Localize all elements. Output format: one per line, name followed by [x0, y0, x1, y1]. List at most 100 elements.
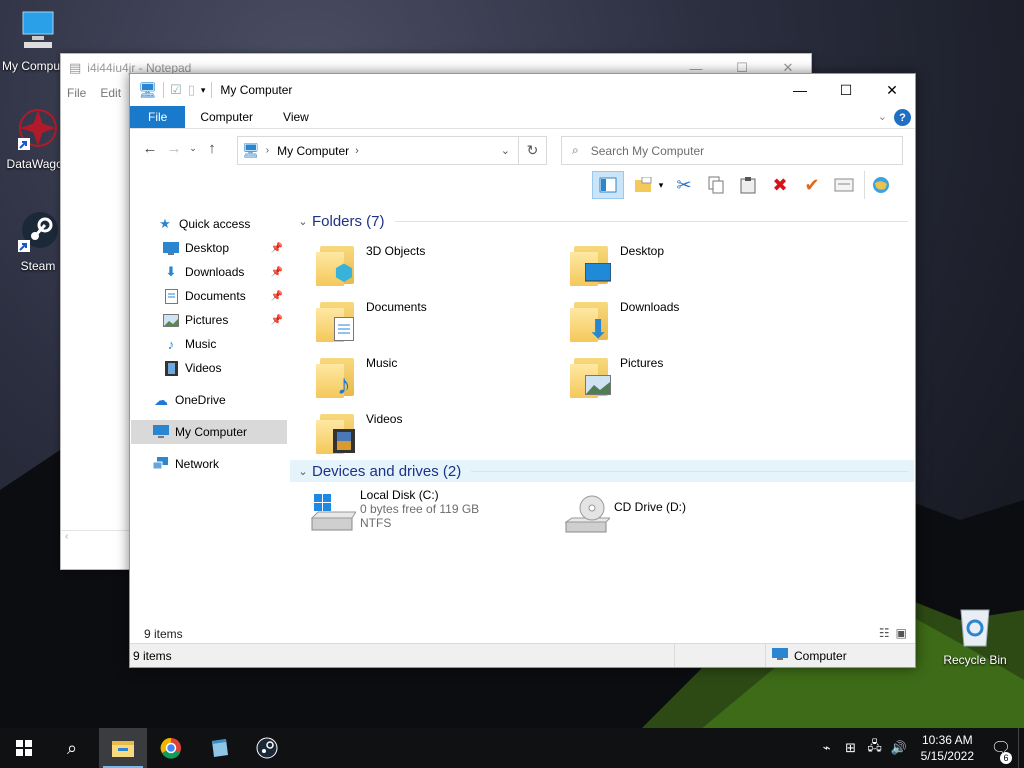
recycle-bin-icon [960, 609, 990, 647]
desktop-icon-label: Recycle Bin [943, 653, 1007, 667]
document-icon [163, 288, 179, 304]
refresh-button[interactable]: ↻ [519, 136, 547, 165]
chevron-right-icon[interactable]: › [355, 145, 359, 157]
network-disconnected-icon[interactable]: ⌁ [815, 740, 839, 756]
nav-videos[interactable]: Videos [131, 356, 287, 380]
globe-icon[interactable] [864, 171, 896, 199]
maximize-button[interactable]: ☐ [823, 74, 869, 106]
action-center-button[interactable]: 🗨 6 [984, 738, 1018, 764]
nav-music[interactable]: ♪ Music [131, 332, 287, 356]
taskbar-notepad[interactable] [195, 728, 243, 768]
explorer-window[interactable]: 🖥 ☑ ▯ ▾ My Computer — ☐ ✕ File Computer … [129, 73, 916, 668]
folder-name: Videos [366, 412, 403, 426]
menu-edit[interactable]: Edit [100, 86, 121, 100]
tab-file[interactable]: File [130, 106, 186, 128]
folder-3d-objects[interactable]: ⬢ 3D Objects [314, 240, 564, 294]
file-explorer-icon [112, 741, 134, 757]
folder-downloads[interactable]: ⬇ Downloads [568, 296, 818, 350]
computer-icon [772, 647, 788, 664]
forward-button[interactable]: → [162, 140, 186, 157]
close-button[interactable]: ✕ [869, 74, 915, 106]
large-icons-view-icon[interactable]: ▣ [896, 626, 907, 640]
rename-icon[interactable]: ✔ [796, 171, 828, 199]
drive-local-disk-c[interactable]: Local Disk (C:) 0 bytes free of 119 GB N… [308, 488, 558, 544]
nav-documents[interactable]: Documents 📌 [131, 284, 287, 308]
folder-name: Desktop [620, 244, 665, 258]
back-button[interactable]: ← [138, 140, 162, 157]
copy-icon[interactable] [700, 171, 732, 199]
content-pane: ⌄ Folders (7) ⬢ 3D Objects Desktop Docum… [290, 210, 914, 533]
menu-file[interactable]: File [67, 86, 86, 100]
folders-group-header[interactable]: ⌄ Folders (7) [290, 210, 914, 232]
status-location: Computer [794, 648, 847, 663]
delete-icon[interactable]: ✖ [764, 171, 796, 199]
details-view-icon[interactable]: ☷ [879, 626, 890, 640]
up-button[interactable]: ↑ [200, 140, 224, 157]
nav-desktop[interactable]: Desktop 📌 [131, 236, 287, 260]
start-button[interactable] [0, 728, 48, 768]
taskbar-file-explorer[interactable] [99, 728, 147, 768]
properties-icon[interactable]: ☑ [170, 82, 182, 98]
navigation-pane-button[interactable] [592, 171, 624, 199]
folder-pictures[interactable]: Pictures [568, 352, 818, 406]
nav-downloads[interactable]: ⬇ Downloads 📌 [131, 260, 287, 284]
drive-filesystem: NTFS [360, 516, 392, 530]
taskbar-chrome[interactable] [147, 728, 195, 768]
customize-qa-icon[interactable]: ▾ [201, 85, 206, 96]
help-button[interactable]: ? [894, 109, 911, 126]
drive-name: CD Drive (D:) [614, 500, 686, 514]
paste-icon[interactable] [732, 171, 764, 199]
search-button[interactable]: ⌕ [48, 728, 96, 768]
steam-icon [18, 212, 58, 252]
search-input[interactable]: Search My Computer [591, 144, 704, 158]
status-left: 9 items [130, 644, 675, 667]
3d-objects-folder-icon: ⬢ [314, 240, 362, 288]
picture-icon [163, 312, 179, 328]
folder-documents[interactable]: Documents [314, 296, 564, 350]
desktop-icon-recycle-bin[interactable]: Recycle Bin [936, 604, 1014, 667]
nav-network[interactable]: Network [131, 452, 287, 476]
drive-cd-d[interactable]: CD Drive (D:) [562, 492, 812, 546]
cut-icon[interactable]: ✂ [668, 171, 700, 199]
volume-icon[interactable]: 🔊 [887, 740, 911, 756]
nav-label: Music [185, 337, 217, 351]
minimize-button[interactable]: — [777, 74, 823, 106]
taskbar-steam[interactable] [243, 728, 291, 768]
folder-music[interactable]: ♪ Music [314, 352, 564, 406]
notepad-scrollbar[interactable]: ‹ [61, 530, 131, 546]
nav-onedrive[interactable]: ☁ OneDrive [131, 388, 287, 412]
pictures-folder-icon [568, 352, 616, 400]
recent-locations-button[interactable]: ⌄ [186, 143, 200, 154]
nav-pictures[interactable]: Pictures 📌 [131, 308, 287, 332]
network-icon[interactable]: 🖧 [863, 737, 887, 759]
folder-desktop[interactable]: Desktop [568, 240, 818, 294]
new-folder-icon[interactable]: ▯ [188, 82, 195, 98]
chevron-right-icon[interactable]: › [266, 145, 269, 156]
status-bar: 9 items Computer [130, 643, 915, 667]
tab-computer[interactable]: Computer [185, 106, 268, 128]
new-folder-button[interactable] [632, 171, 654, 199]
search-box[interactable]: ⌕ Search My Computer [561, 136, 903, 165]
nav-my-computer[interactable]: My Computer [131, 420, 287, 444]
devices-group-header[interactable]: ⌄ Devices and drives (2) [290, 460, 914, 482]
address-bar[interactable]: 🖥 › My Computer › ⌄ [237, 136, 519, 165]
properties-icon[interactable] [828, 171, 860, 199]
folder-videos[interactable]: Videos [314, 408, 564, 462]
new-folder-dropdown[interactable]: ▾ [654, 171, 668, 199]
computer-icon [153, 424, 169, 440]
computer-icon: 🖥 [138, 82, 158, 99]
clock[interactable]: 10:36 AM 5/15/2022 [921, 732, 974, 764]
expand-ribbon-icon[interactable]: ⌄ [878, 110, 887, 123]
downloads-folder-icon: ⬇ [568, 296, 616, 344]
hard-drive-icon [308, 488, 357, 536]
steam-icon [256, 737, 278, 759]
explorer-titlebar[interactable]: 🖥 ☑ ▯ ▾ My Computer — ☐ ✕ [130, 74, 915, 106]
tab-view[interactable]: View [268, 106, 324, 128]
datawagon-icon [18, 109, 57, 150]
cd-drive-icon [562, 492, 612, 540]
security-icon[interactable]: ⊞ [839, 740, 863, 756]
nav-quick-access[interactable]: ★ Quick access [131, 212, 287, 236]
address-dropdown-icon[interactable]: ⌄ [501, 144, 510, 157]
clock-date: 5/15/2022 [920, 749, 974, 763]
show-desktop-button[interactable] [1018, 728, 1024, 768]
